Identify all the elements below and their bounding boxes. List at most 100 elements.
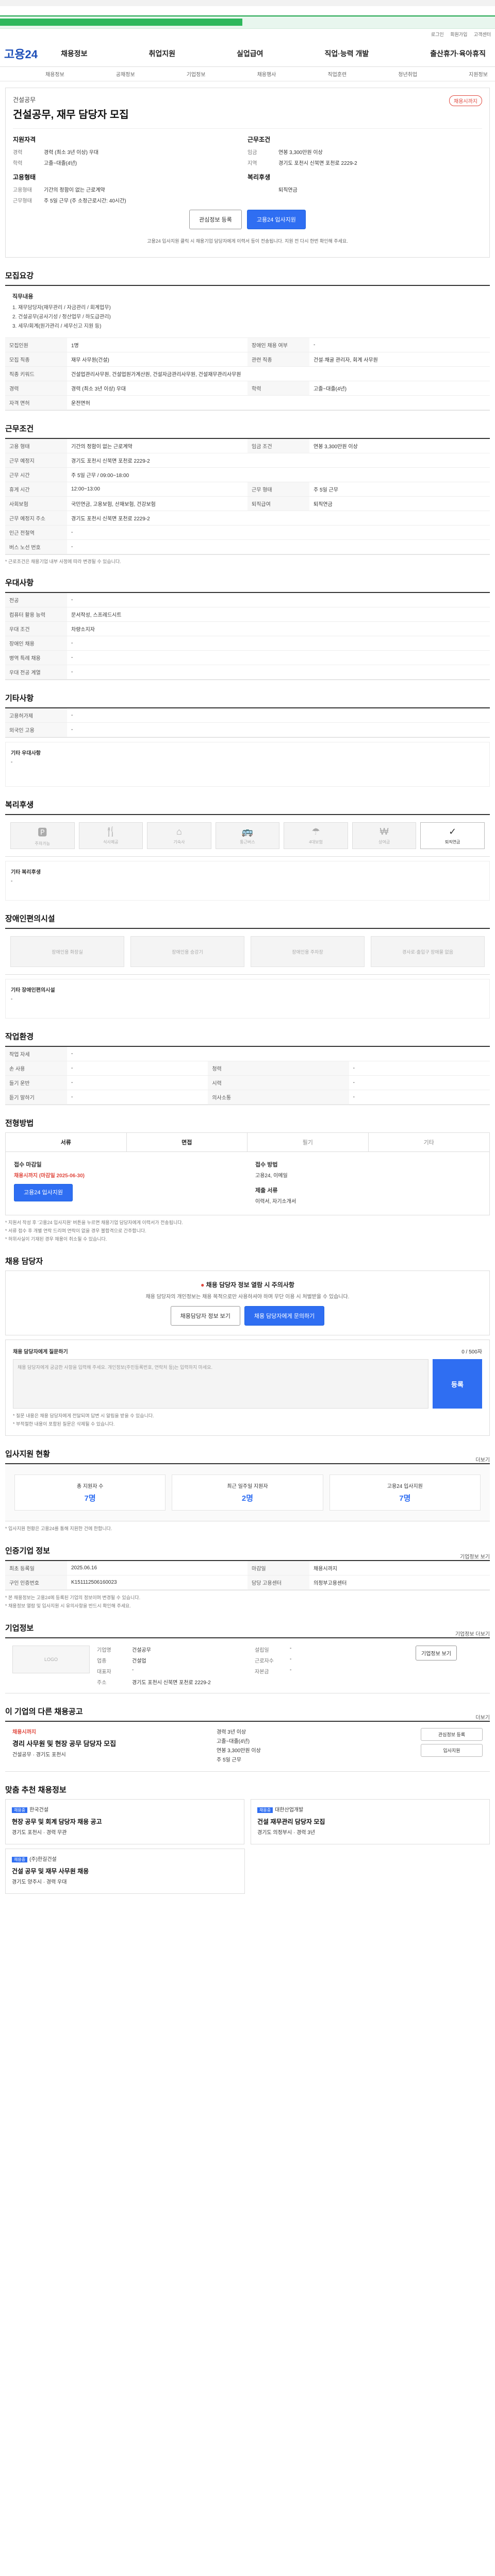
company-name[interactable]: 건설공무: [13, 95, 482, 104]
table-key: 손 사용: [5, 1061, 67, 1076]
gnb-item-jobs[interactable]: 채용정보: [61, 48, 88, 59]
work-table: 고용 형태 기간의 정함이 없는 근로계약 임금 조건 연봉 3,300만원 이상 근…: [5, 439, 490, 554]
reco-item[interactable]: 채용중 한국건설 현장 공무 및 회계 담당자 채용 공고 경기도 포천시 · 경…: [5, 1799, 244, 1844]
duty-title: 직무내용: [12, 294, 34, 300]
reco-job: 건설 공무 및 재무 사무원 채용: [12, 1868, 89, 1875]
question-box: 채용 담당자에게 질문하기 0 / 500자 채용 담당자에게 궁금한 사항을 …: [5, 1340, 490, 1436]
gnb-item-leave[interactable]: 출산휴가·육아휴직: [430, 48, 486, 59]
company-link[interactable]: 기업정보 더보기: [455, 1630, 490, 1637]
duty-line: 1. 재무담당자(재무관리 / 자금관리 / 회계업무): [12, 305, 111, 311]
subnav-item[interactable]: 채용정보: [45, 70, 64, 78]
recruit-section: 모집요강 직무내용 1. 재무담당자(재무관리 / 자금관리 / 회계업무) 2…: [5, 270, 490, 411]
reco-job: 현장 공무 및 회계 담당자 채용 공고: [12, 1818, 102, 1825]
tab-docs[interactable]: 서류: [6, 1133, 127, 1151]
job-title: 건설공무, 재무 담당자 모집: [13, 109, 129, 121]
table-value: -: [349, 1075, 490, 1090]
subnav-item[interactable]: 기업정보: [187, 70, 206, 78]
company-key: 설립일: [255, 1648, 269, 1653]
summary-box: 지원자격 경력 경력 (최소 3년 이상) 우대 학력 고졸~대졸(4년) 고용형태…: [13, 128, 482, 207]
subnav-item[interactable]: 채용행사: [257, 70, 276, 78]
tab-etc[interactable]: 기타: [369, 1133, 490, 1151]
welfare-label: 기숙사: [173, 840, 185, 844]
table-row: 구인 인증번호 K151112506160023 담당 고용센터 의정부고용센터: [5, 1575, 490, 1590]
tab-interview[interactable]: 면접: [127, 1133, 248, 1151]
subnav-item[interactable]: 청년취업: [398, 70, 417, 78]
stat-value: 2명: [241, 1494, 254, 1503]
sub-nav: 채용정보 공채정보 기업정보 채용행사 직업훈련 청년취업 지원정보: [0, 67, 495, 81]
site-logo[interactable]: 고용24: [4, 45, 61, 62]
other-job-desc: 건설공무 · 경기도 포천시: [12, 1752, 66, 1758]
other-job-period: 채용시까지: [12, 1730, 36, 1735]
company-value: -: [290, 1656, 292, 1662]
table-row: 병역 특례 채용 -: [5, 650, 490, 665]
util-help-link[interactable]: 고객센터: [474, 32, 491, 37]
other-scrap-button[interactable]: 관심정보 등록: [421, 1728, 483, 1741]
disability-etc-value: -: [11, 996, 13, 1002]
gnb-item-unemployment[interactable]: 실업급여: [237, 48, 263, 59]
table-row: 근무 시간 주 5일 근무 / 09:00~18:00: [5, 467, 490, 482]
scrap-button[interactable]: 관심정보 등록: [189, 210, 242, 229]
banner-bar: [0, 19, 242, 26]
accessible-parking-icon: 장애인용 주차장: [251, 936, 365, 967]
reco-item[interactable]: 채용중 대한산업개발 건설 재무관리 담당자 모집 경기도 의정부시 · 경력 3…: [251, 1799, 490, 1844]
reco-item[interactable]: 채용중 (주)한길건설 건설 공무 및 재무 사무원 채용 경기도 양주시 · 경…: [5, 1849, 245, 1894]
gnb-item-training[interactable]: 직업·능력 개발: [324, 48, 369, 59]
util-login-link[interactable]: 로그인: [431, 32, 444, 37]
table-key: 근무 형태: [248, 482, 309, 497]
apply-button[interactable]: 고용24 입사지원: [246, 210, 306, 229]
info-link[interactable]: 기업정보 보기: [460, 1552, 490, 1560]
table-value: -: [67, 1075, 208, 1090]
ask-contact-button[interactable]: 채용 담당자에게 문의하기: [244, 1306, 325, 1326]
top-banner[interactable]: [0, 15, 495, 29]
table-value: 연봉 3,300만원 이상: [309, 439, 490, 453]
util-join-link[interactable]: 회원가입: [450, 32, 467, 37]
reco-tag: 채용중: [12, 1807, 28, 1813]
table-value: -: [67, 1047, 490, 1061]
subnav-item[interactable]: 공채정보: [116, 70, 135, 78]
summary-key: 임금: [248, 150, 257, 156]
summary-value: 경기도 포천시 신북면 포천로 2229-2: [278, 161, 357, 166]
company-key: 대표자: [97, 1669, 111, 1675]
question-textarea[interactable]: 채용 담당자에게 궁금한 사항을 입력해 주세요. 개인정보(주민등록번호, 연…: [13, 1359, 428, 1409]
table-key: 장애인 채용: [5, 636, 67, 651]
table-value: -: [349, 1061, 490, 1076]
subnav-item[interactable]: 직업훈련: [327, 70, 346, 78]
question-title: 채용 담당자에게 질문하기: [13, 1349, 68, 1355]
process-note: * 서류 접수 후 개별 연락 드리며 연락이 없을 경우 불합격으로 간주합니…: [5, 1228, 146, 1233]
table-value: -: [67, 665, 490, 680]
table-value: 주 5일 근무: [309, 482, 490, 497]
apply-deadline-value: 채용시까지 (마감일 2025-06-30): [14, 1173, 85, 1179]
table-row: 근무 예정지 주소 경기도 포천시 신북면 포천로 2229-2: [5, 511, 490, 526]
other-job-card[interactable]: 채용시까지 경리 사무원 및 현장 공무 담당자 모집 건설공무 · 경기도 포…: [5, 1721, 490, 1772]
company-key: 업종: [97, 1658, 107, 1664]
gnb-item-support[interactable]: 취업지원: [148, 48, 175, 59]
process-tabs: 서류 면접 필기 기타: [5, 1132, 490, 1152]
table-row: 들기 운반 - 시력 -: [5, 1075, 490, 1090]
env-table: 작업 자세 - 손 사용 - 청력 - 들기 운반 - 시력 - 듣기 말하기 - 의사소통 -: [5, 1047, 490, 1105]
stats-more-link[interactable]: 더보기: [475, 1455, 490, 1463]
table-value: 경기도 포천시 신북면 포천로 2229-2: [67, 453, 490, 468]
view-contact-button[interactable]: 채용담당자 정보 보기: [170, 1306, 240, 1326]
contact-title: 채용 담당자: [5, 1257, 43, 1266]
info-table: 최초 등록일 2025.06.16 마감일 채용시까지 구인 인증번호 K1511125…: [5, 1561, 490, 1590]
question-note: * 질문 내용은 채용 담당자에게 전달되며 답변 시 알림을 받을 수 있습니…: [13, 1413, 154, 1418]
other-link[interactable]: 더보기: [475, 1713, 490, 1721]
deadline-badge: 채용시까지: [449, 95, 482, 106]
table-value: 1명: [67, 338, 248, 352]
etc-section: 기타사항 고용허가제 - 외국인 고용 - 기타 우대사항 -: [5, 692, 490, 787]
apply-deadline-label: 접수 마감일: [14, 1162, 42, 1168]
other-apply-button[interactable]: 입사지원: [421, 1744, 483, 1757]
company-button-wrap: 기업정보 보기: [416, 1646, 483, 1686]
company-info-button[interactable]: 기업정보 보기: [416, 1646, 457, 1660]
question-submit-button[interactable]: 등록: [433, 1359, 482, 1409]
pension-icon: ✓ 퇴직연금: [420, 822, 485, 849]
welfare-label: 4대보험: [309, 840, 323, 844]
company-value: 경기도 포천시 신북면 포천로 2229-2: [132, 1680, 211, 1686]
process-apply-button[interactable]: 고용24 입사지원: [14, 1184, 73, 1201]
subnav-item[interactable]: 지원정보: [469, 70, 488, 78]
table-row: 우대 조건 차량소지자: [5, 621, 490, 636]
tab-written[interactable]: 필기: [248, 1133, 369, 1151]
other-job-title[interactable]: 경리 사무원 및 현장 공무 담당자 모집: [12, 1739, 206, 1749]
welfare-title: 복리후생: [5, 801, 34, 809]
recruit-card: 직무내용 1. 재무담당자(재무관리 / 자금관리 / 회계업무) 2. 건설공…: [5, 285, 490, 411]
